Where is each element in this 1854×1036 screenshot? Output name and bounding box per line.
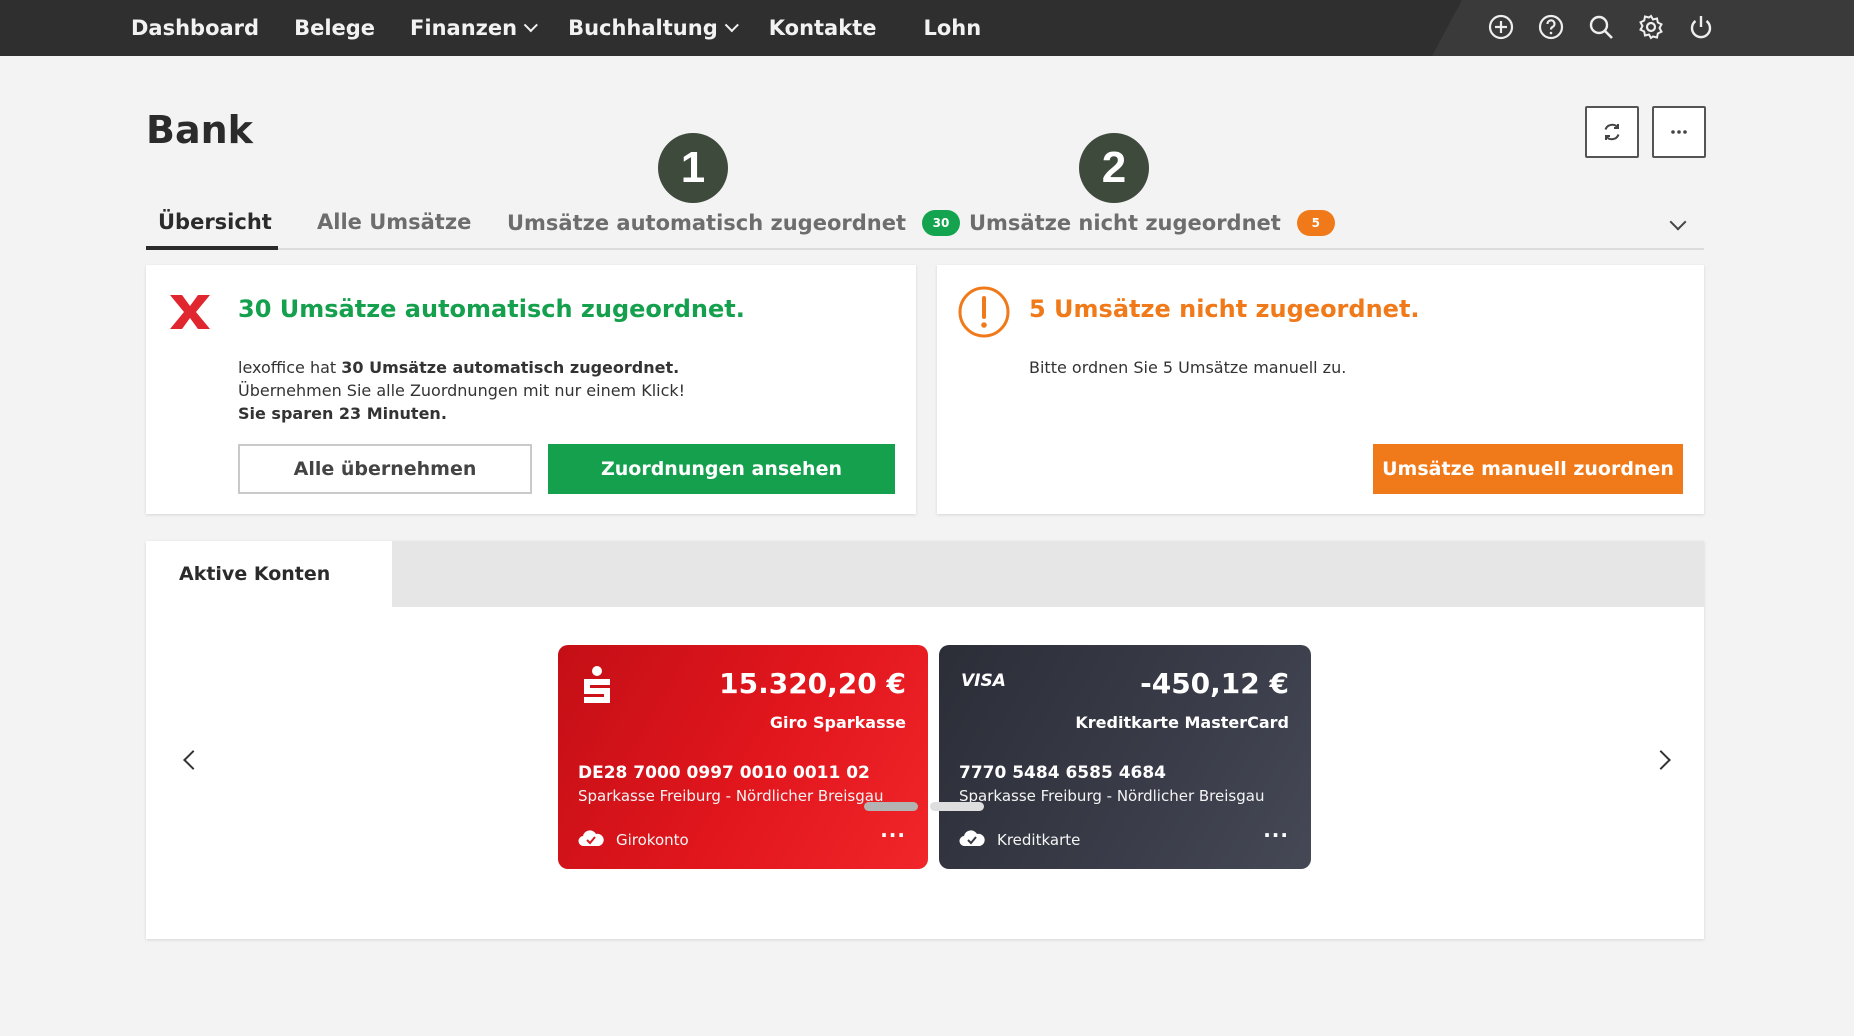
nav-lohn-label: Lohn	[923, 16, 982, 40]
auto-text-bold: 30 Umsätze automatisch zugeordnet.	[341, 358, 680, 377]
tab-uebersicht-label: Übersicht	[158, 210, 272, 234]
account-number: 7770 5484 6585 4684	[959, 763, 1167, 783]
unassigned-panel: 5 Umsätze nicht zugeordnet. Bitte ordnen…	[937, 265, 1704, 514]
carousel-page-dot[interactable]	[930, 802, 984, 811]
auto-count-badge: 30	[922, 210, 960, 236]
page-title: Bank	[146, 108, 253, 152]
nav-lohn[interactable]: Lohn	[923, 16, 981, 40]
tab-uebersicht[interactable]: Übersicht	[158, 210, 272, 234]
carousel-next-icon[interactable]	[1651, 750, 1671, 770]
accept-all-button[interactable]: Alle übernehmen	[238, 444, 532, 494]
account-card-giro[interactable]: 15.320,20 € Giro Sparkasse DE28 7000 099…	[558, 645, 928, 869]
account-type: Kreditkarte	[997, 831, 1081, 849]
assign-manually-button[interactable]: Umsätze manuell zuordnen	[1373, 444, 1683, 494]
nav-kontakte[interactable]: Kontakte	[769, 16, 877, 40]
marker-2: 2	[1079, 133, 1149, 203]
marker-1: 1	[658, 133, 728, 203]
nav-dashboard-label: Dashboard	[131, 16, 260, 40]
auto-panel-text: lexoffice hat 30 Umsätze automatisch zug…	[238, 356, 685, 425]
active-accounts-section: Aktive Konten 15.320,20 € Giro Sparkasse…	[146, 541, 1704, 939]
chevron-down-icon[interactable]	[1669, 213, 1687, 231]
visa-logo-icon: VISA	[961, 671, 1006, 691]
lexoffice-logo-icon	[170, 295, 210, 329]
power-icon[interactable]	[1686, 12, 1716, 42]
auto-text-savings: Sie sparen 23 Minuten.	[238, 404, 447, 423]
nav-belege[interactable]: Belege	[294, 16, 375, 40]
tab-automatisch-zugeordnet[interactable]: Umsätze automatisch zugeordnet 30	[507, 210, 960, 236]
warning-icon	[958, 286, 1010, 338]
carousel-page-dot-active[interactable]	[864, 802, 918, 811]
account-card-kreditkarte[interactable]: VISA -450,12 € Kreditkarte MasterCard 77…	[939, 645, 1311, 869]
auto-text-line2: Übernehmen Sie alle Zuordnungen mit nur …	[238, 381, 686, 400]
gear-icon[interactable]	[1636, 12, 1666, 42]
search-icon[interactable]	[1586, 12, 1616, 42]
tab-automatisch-label: Umsätze automatisch zugeordnet	[507, 211, 906, 235]
nav-belege-label: Belege	[294, 16, 376, 40]
account-name: Kreditkarte MasterCard	[1075, 713, 1289, 732]
account-type: Girokonto	[616, 831, 689, 849]
tab-nicht-zugeordnet-label: Umsätze nicht zugeordnet	[969, 211, 1281, 235]
nav-finanzen[interactable]: Finanzen	[410, 16, 538, 40]
tab-alle-umsaetze-label: Alle Umsätze	[317, 210, 472, 234]
auto-text-prefix: lexoffice hat	[238, 358, 342, 377]
topbar-icons	[1486, 12, 1736, 42]
account-more-button[interactable]: ···	[880, 823, 906, 847]
more-options-button[interactable]	[1652, 106, 1706, 158]
tab-aktive-konten[interactable]: Aktive Konten	[179, 563, 330, 585]
cloud-check-icon	[959, 830, 985, 847]
unassigned-count-badge: 5	[1296, 210, 1335, 236]
unassigned-panel-title: 5 Umsätze nicht zugeordnet.	[1029, 295, 1420, 323]
account-bank: Sparkasse Freiburg - Nördlicher Breisgau	[959, 787, 1265, 805]
sparkasse-logo-icon	[584, 666, 610, 703]
main-nav: Dashboard Belege Finanzen Buchhaltung Ko…	[131, 0, 1016, 56]
auto-assigned-panel: 30 Umsätze automatisch zugeordnet. lexof…	[146, 265, 916, 514]
account-iban: DE28 7000 0997 0010 0011 02	[578, 763, 870, 783]
chevron-down-icon	[523, 18, 538, 33]
carousel-prev-icon[interactable]	[183, 750, 203, 770]
auto-panel-title: 30 Umsätze automatisch zugeordnet.	[238, 295, 745, 323]
account-more-button[interactable]: ···	[1263, 823, 1289, 847]
view-assignments-button[interactable]: Zuordnungen ansehen	[548, 444, 895, 494]
refresh-button[interactable]	[1585, 106, 1639, 158]
nav-kontakte-label: Kontakte	[768, 16, 877, 40]
account-balance: 15.320,20 €	[719, 667, 906, 700]
plus-circle-icon[interactable]	[1486, 12, 1516, 42]
more-horizontal-icon	[1671, 130, 1687, 134]
nav-buchhaltung[interactable]: Buchhaltung	[568, 16, 739, 40]
tab-nicht-zugeordnet[interactable]: Umsätze nicht zugeordnet 5	[969, 210, 1335, 236]
account-name: Giro Sparkasse	[769, 713, 906, 732]
nav-dashboard[interactable]: Dashboard	[131, 16, 259, 40]
nav-buchhaltung-label: Buchhaltung	[568, 16, 718, 40]
chevron-down-icon	[724, 18, 739, 33]
tab-alle-umsaetze[interactable]: Alle Umsätze	[317, 210, 471, 234]
refresh-icon	[1604, 123, 1620, 141]
account-balance: -450,12 €	[1140, 667, 1289, 700]
cloud-check-icon	[578, 830, 604, 847]
accounts-tabstrip	[392, 541, 1704, 607]
top-navigation: Dashboard Belege Finanzen Buchhaltung Ko…	[0, 0, 1854, 56]
nav-finanzen-label: Finanzen	[410, 16, 518, 40]
unassigned-panel-text: Bitte ordnen Sie 5 Umsätze manuell zu.	[1029, 358, 1347, 377]
bank-tabs: Übersicht Alle Umsätze Umsätze automatis…	[146, 206, 1704, 250]
help-icon[interactable]	[1536, 12, 1566, 42]
account-bank: Sparkasse Freiburg - Nördlicher Breisgau	[578, 787, 884, 805]
active-tab-indicator	[146, 246, 278, 250]
